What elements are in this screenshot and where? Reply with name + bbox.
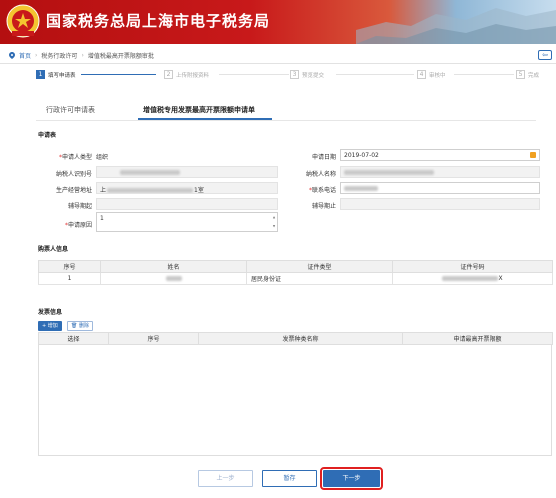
tax-emblem-logo (6, 4, 40, 38)
address-suffix: 1室 (194, 187, 204, 194)
step-1: 1 填写申请表 (36, 70, 76, 79)
buyer-table: 序号 姓名 证件类型 证件号码 1 居民身份证 X (38, 260, 553, 285)
step-connector (454, 74, 514, 75)
location-pin-icon (9, 52, 15, 59)
breadcrumb-bar: 首页 › 税务行政许可 › 增值税最高开票限额审批 ⇦ (0, 47, 556, 64)
phone-label: *联系电话 (308, 187, 336, 194)
address-prefix: 上 (100, 187, 107, 194)
step-label: 审核中 (429, 72, 446, 79)
apply-date-field[interactable]: 2019-07-02 (340, 149, 540, 161)
tab-invoice-limit-form[interactable]: 增值税专用发票最高开票限额申请单 (143, 105, 255, 115)
apply-date-value: 2019-07-02 (344, 152, 379, 159)
textarea-scroll-arrows[interactable]: ▲ ▼ (272, 213, 276, 231)
guide-start-label: 辅导期起 (67, 203, 92, 210)
plus-icon: + (42, 323, 47, 329)
save-draft-button[interactable]: 暂存 (262, 470, 317, 487)
guide-start-field (96, 198, 278, 210)
breadcrumb-level1-link[interactable]: 税务行政许可 (41, 51, 77, 60)
invoice-table-area (38, 332, 552, 456)
buyer-section-title: 购票人信息 (38, 246, 69, 253)
step-label: 上传附报资料 (176, 72, 210, 79)
table-header-row: 序号 姓名 证件类型 证件号码 (38, 260, 553, 273)
progress-steps: 1 填写申请表 2 上传附报资料 3 预览提交 4 审核中 5 完成 (36, 70, 556, 82)
breadcrumb: 首页 › 税务行政许可 › 增值税最高开票限额审批 (9, 51, 154, 60)
redacted-value (120, 170, 180, 175)
guide-end-label: 辅导期止 (311, 203, 336, 210)
business-address-field: 上 1室 (96, 182, 278, 194)
business-address-label: 生产经营地址 (55, 187, 92, 194)
column-header: 发票种类名称 (198, 332, 403, 345)
trash-icon: 🗑 (71, 323, 78, 329)
breadcrumb-home-link[interactable]: 首页 (19, 51, 31, 60)
step-connector (336, 74, 414, 75)
applicant-type-value: 组织 (96, 154, 109, 161)
apply-reason-value: 1 (100, 215, 104, 222)
column-header: 姓名 (100, 260, 247, 273)
delete-row-label: 删除 (78, 323, 89, 329)
step-4: 4 审核中 (417, 70, 446, 79)
back-arrow-icon[interactable]: ⇦ (538, 50, 552, 60)
id-suffix: X (498, 275, 503, 282)
column-header: 选择 (38, 332, 109, 345)
step-number: 4 (417, 70, 426, 79)
taxpayer-name-label: 纳税人名称 (305, 171, 336, 178)
delete-row-button[interactable]: 🗑 删除 (67, 321, 93, 331)
cell-seq: 1 (38, 272, 101, 285)
phone-field[interactable] (340, 182, 540, 194)
column-header: 申请最高开票限额 (402, 332, 553, 345)
cell-id-type: 居民身份证 (246, 272, 393, 285)
site-title: 国家税务总局上海市电子税务局 (46, 12, 271, 30)
applicant-type-label: *申请人类型 (58, 154, 92, 161)
step-connector (219, 74, 289, 75)
apply-reason-textarea[interactable]: 1 ▲ ▼ (96, 212, 278, 232)
great-wall-image (356, 8, 556, 44)
step-2: 2 上传附报资料 (164, 70, 209, 79)
taxpayer-id-field (96, 166, 278, 178)
column-header: 序号 (38, 260, 101, 273)
breadcrumb-current: 增值税最高开票限额审批 (87, 53, 154, 60)
step-label: 填写申请表 (48, 72, 76, 79)
step-5: 5 完成 (516, 70, 539, 79)
breadcrumb-separator: › (35, 52, 38, 59)
apply-date-label: 申请日期 (311, 154, 336, 161)
column-header: 证件号码 (392, 260, 553, 273)
add-row-label: 增加 (47, 323, 58, 329)
taxpayer-id-label: 纳税人识别号 (55, 171, 92, 178)
prev-step-button[interactable]: 上一步 (198, 470, 253, 487)
redacted-value (107, 188, 194, 193)
invoice-table: 选择 序号 发票种类名称 申请最高开票限额 (38, 332, 553, 345)
table-row: 1 居民身份证 X (38, 272, 553, 285)
redacted-value (344, 186, 378, 191)
step-connector (81, 74, 156, 75)
form-tabs: 行政许可申请表 增值税专用发票最高开票限额申请单 (36, 103, 272, 121)
cell-name (100, 272, 247, 285)
next-step-button[interactable]: 下一步 (320, 467, 383, 490)
redacted-value (344, 170, 434, 175)
step-number: 1 (36, 70, 45, 79)
step-number: 2 (164, 70, 173, 79)
table-header-row: 选择 序号 发票种类名称 申请最高开票限额 (38, 332, 553, 345)
invoice-section-title: 发票信息 (38, 309, 63, 316)
add-row-button[interactable]: + 增加 (38, 321, 62, 331)
column-header: 证件类型 (246, 260, 393, 273)
apply-reason-label: *申请原因 (64, 222, 92, 229)
step-label: 预览提交 (302, 72, 325, 79)
breadcrumb-separator: › (81, 52, 84, 59)
step-number: 3 (290, 70, 299, 79)
column-header: 序号 (108, 332, 199, 345)
site-banner: 国家税务总局上海市电子税务局 (0, 0, 556, 44)
form-section-title: 申请表 (38, 132, 57, 139)
step-3: 3 预览提交 (290, 70, 324, 79)
step-label: 完成 (528, 72, 540, 79)
guide-end-field (340, 198, 540, 210)
cell-id-number: X (392, 272, 553, 285)
tab-admin-license-form[interactable]: 行政许可申请表 (46, 105, 95, 115)
tabs-divider (36, 120, 536, 121)
step-number: 5 (516, 70, 525, 79)
calendar-icon[interactable] (530, 152, 536, 158)
taxpayer-name-field (340, 166, 540, 178)
